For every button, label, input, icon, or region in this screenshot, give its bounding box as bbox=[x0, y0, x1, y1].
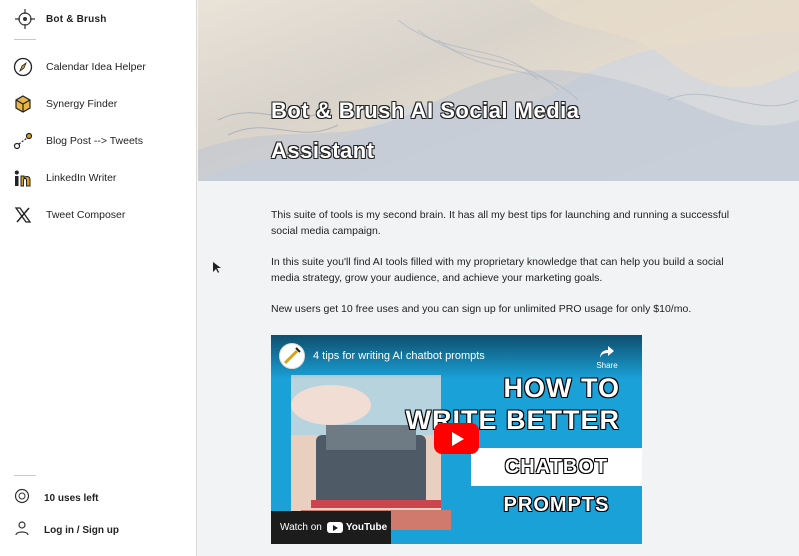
video-overlay-line: HOW TO bbox=[503, 373, 620, 403]
watch-on-label: Watch on bbox=[280, 522, 322, 533]
brand[interactable]: Bot & Brush bbox=[14, 8, 107, 30]
sidebar-item-label: LinkedIn Writer bbox=[46, 172, 117, 184]
video-title[interactable]: 4 tips for writing AI chatbot prompts bbox=[313, 350, 485, 362]
share-button[interactable]: Share bbox=[592, 345, 622, 370]
watch-on-youtube-link[interactable]: Watch on YouTube bbox=[271, 511, 391, 544]
sidebar-item-synergy-finder[interactable]: Synergy Finder bbox=[12, 93, 192, 115]
mouse-cursor-icon bbox=[213, 262, 221, 273]
x-icon bbox=[12, 204, 34, 226]
sidebar-item-label: Tweet Composer bbox=[46, 209, 126, 221]
sidebar-nav: Calendar Idea Helper Synergy Finder Blog… bbox=[12, 56, 192, 241]
intro-paragraph: This suite of tools is my second brain. … bbox=[271, 209, 730, 237]
divider bbox=[14, 39, 36, 40]
youtube-video-embed[interactable]: 4 tips for writing AI chatbot prompts Sh… bbox=[271, 335, 642, 544]
page-title: Bot & Brush AI Social Media Assistant bbox=[271, 98, 580, 163]
bot-brush-logo-icon bbox=[14, 8, 36, 30]
flow-icon bbox=[12, 130, 34, 152]
sidebar-item-label: Calendar Idea Helper bbox=[46, 61, 146, 73]
login-signup-link[interactable]: Log in / Sign up bbox=[14, 520, 189, 540]
cube-icon bbox=[12, 93, 34, 115]
sidebar-item-linkedin-writer[interactable]: LinkedIn Writer bbox=[12, 167, 192, 189]
main-content: Bot & Brush AI Social Media Assistant Th… bbox=[198, 0, 799, 556]
share-label: Share bbox=[596, 361, 618, 370]
user-icon bbox=[14, 520, 30, 541]
coin-icon bbox=[14, 488, 30, 509]
video-overlay-line: CHATBOT PROMPTS bbox=[471, 448, 642, 516]
intro-paragraph: New users get 10 free uses and you can s… bbox=[271, 303, 692, 315]
compass-icon bbox=[12, 56, 34, 78]
linkedin-icon bbox=[12, 167, 34, 189]
sidebar-item-label: Synergy Finder bbox=[46, 98, 118, 110]
sidebar: Bot & Brush Calendar Idea Helper Synergy… bbox=[0, 0, 197, 556]
intro-paragraph: In this suite you'll find AI tools fille… bbox=[271, 256, 724, 284]
sidebar-item-calendar-idea-helper[interactable]: Calendar Idea Helper bbox=[12, 56, 192, 78]
intro-text: This suite of tools is my second brain. … bbox=[271, 207, 741, 332]
youtube-logo: YouTube bbox=[326, 522, 388, 533]
divider bbox=[14, 475, 36, 476]
uses-left-label: 10 uses left bbox=[44, 492, 99, 504]
youtube-icon bbox=[326, 522, 343, 533]
uses-left: 10 uses left bbox=[14, 488, 189, 508]
share-icon bbox=[600, 346, 614, 358]
hero-banner: Bot & Brush AI Social Media Assistant bbox=[198, 0, 799, 181]
login-signup-label: Log in / Sign up bbox=[44, 524, 119, 536]
sidebar-item-label: Blog Post --> Tweets bbox=[46, 135, 143, 147]
brand-name: Bot & Brush bbox=[46, 13, 107, 25]
play-button[interactable] bbox=[434, 423, 479, 454]
sidebar-footer: 10 uses left Log in / Sign up bbox=[14, 488, 189, 552]
channel-avatar[interactable] bbox=[279, 343, 305, 369]
sidebar-item-tweet-composer[interactable]: Tweet Composer bbox=[12, 204, 192, 226]
sidebar-item-blog-post-tweets[interactable]: Blog Post --> Tweets bbox=[12, 130, 192, 152]
youtube-wordmark: YouTube bbox=[345, 522, 388, 533]
